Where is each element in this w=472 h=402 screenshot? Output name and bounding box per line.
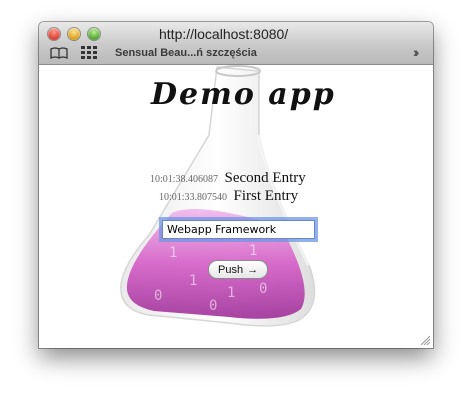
browser-window: http://localhost:8080/ Sensual Beau...ń …: [39, 22, 433, 348]
bookmark-bar-item[interactable]: Sensual Beau...ń szczęścia: [115, 47, 257, 59]
entry-text: Second Entry: [224, 170, 306, 186]
title-bar[interactable]: http://localhost:8080/ Sensual Beau...ń …: [39, 22, 433, 65]
arrow-right-icon: →: [247, 263, 259, 276]
list-item: 10:01:33.807540 First Entry: [159, 187, 298, 205]
entry-timestamp: 10:01:38.406087: [150, 174, 219, 185]
svg-text:0: 0: [259, 281, 267, 297]
svg-text:1: 1: [227, 285, 235, 301]
page-title: Demo app: [151, 77, 336, 112]
bookmarks-book-icon[interactable]: [50, 47, 68, 59]
minimize-window-button[interactable]: [68, 28, 80, 40]
svg-text:1: 1: [249, 243, 257, 259]
close-window-button[interactable]: [48, 28, 60, 40]
svg-text:1: 1: [169, 245, 177, 261]
push-button-label: Push: [218, 263, 244, 276]
svg-text:0: 0: [209, 298, 217, 314]
resize-grip-icon[interactable]: [420, 335, 430, 345]
svg-text:1: 1: [189, 273, 197, 289]
push-button[interactable]: Push →: [208, 260, 269, 279]
page-content: 1 0 1 0 1 0 1 0 Demo app 10:01:38.406087…: [39, 65, 433, 348]
grid-icon[interactable]: [81, 46, 97, 60]
list-item: 10:01:38.406087 Second Entry: [150, 169, 306, 187]
window-title: http://localhost:8080/: [159, 26, 289, 42]
entry-text: First Entry: [233, 188, 299, 204]
entry-text-input[interactable]: [162, 220, 315, 239]
zoom-window-button[interactable]: [88, 28, 100, 40]
entry-timestamp: 10:01:33.807540: [159, 192, 228, 203]
svg-text:0: 0: [154, 288, 162, 304]
chevron-double-right-icon[interactable]: ››: [413, 44, 420, 60]
